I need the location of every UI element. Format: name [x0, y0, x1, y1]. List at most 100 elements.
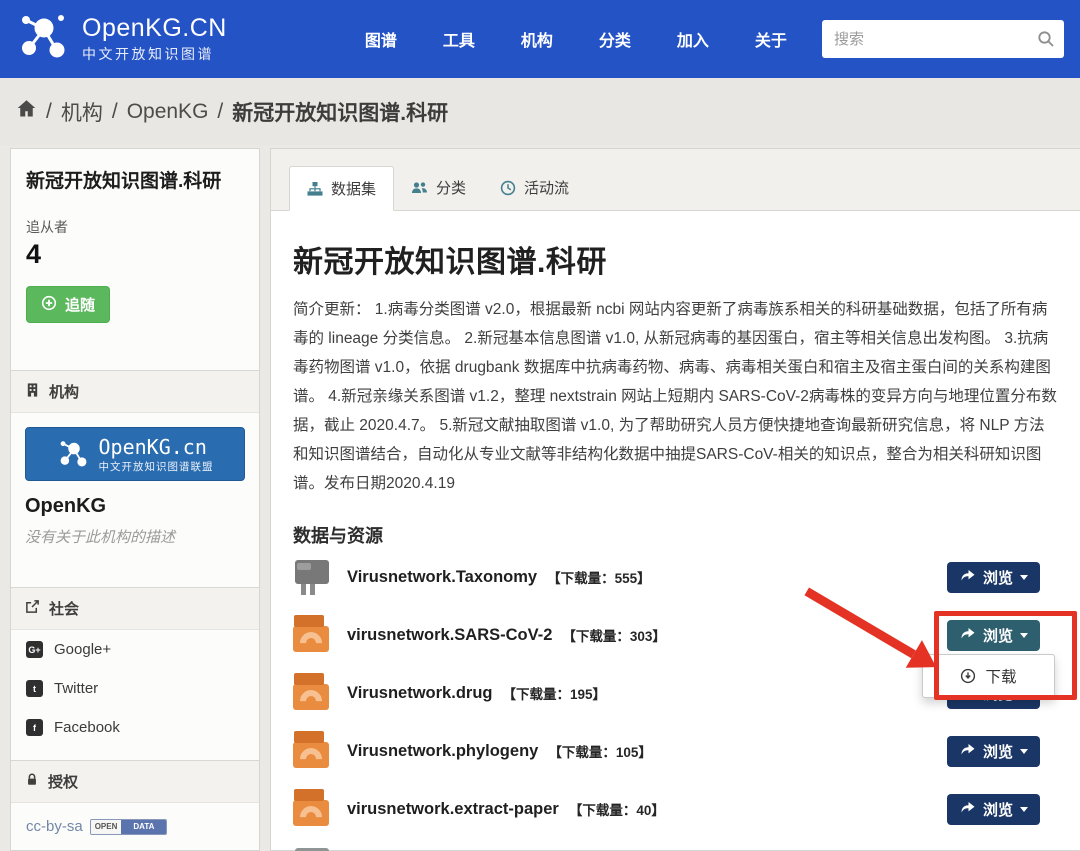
open-data-badge-left: OPEN: [90, 819, 122, 834]
tab-0[interactable]: 数据集: [289, 166, 395, 211]
social-item-label: Twitter: [54, 680, 99, 697]
forward-arrow-icon: [959, 625, 976, 645]
caret-down-icon: [1020, 632, 1028, 638]
download-menu-item[interactable]: 下载: [922, 654, 1055, 698]
open-data-badge[interactable]: OPEN DATA: [89, 818, 168, 835]
resource-row: Virusnetwork.Taxonomy 【下载量：555】 浏览: [293, 548, 1058, 606]
openkg-molecule-icon: [16, 9, 72, 70]
social-list: G+ Google+ t Twitter f Facebook: [11, 630, 259, 747]
google-plus-icon: G+: [26, 641, 43, 658]
social-item-facebook[interactable]: f Facebook: [11, 708, 259, 747]
file-format-icon: [293, 672, 331, 717]
social-section-header: 社会: [11, 587, 259, 630]
social-item-label: Google+: [54, 641, 112, 658]
tab-1[interactable]: 分类: [394, 165, 483, 210]
main-panel: 数据集 分类 活动流 新冠开放知识图谱.科研 简介更新： 1.病毒分类图谱 v2.0…: [270, 148, 1080, 851]
resource-link[interactable]: Virusnetwork.phylogeny: [347, 742, 538, 761]
org-name: OpenKG: [25, 495, 107, 517]
page-title: 新冠开放知识图谱.科研: [293, 246, 607, 279]
forward-arrow-icon: [959, 741, 976, 761]
brand-title: OpenKG.CN: [82, 14, 227, 42]
resource-link[interactable]: Virusnetwork.Taxonomy: [347, 568, 537, 587]
tab-strip: 数据集 分类 活动流: [271, 149, 1080, 211]
tab-label: 活动流: [524, 180, 570, 197]
resource-download-count: 【下载量：303】: [562, 629, 666, 644]
social-item-twitter[interactable]: t Twitter: [11, 669, 259, 708]
tab-2[interactable]: 活动流: [483, 165, 586, 210]
resource-download-count: 【下载量：40】: [568, 803, 665, 818]
caret-down-icon: [1020, 748, 1028, 754]
resources-list: Virusnetwork.Taxonomy 【下载量：555】 浏览 virus…: [293, 548, 1077, 851]
explore-button-label: 浏览: [982, 743, 1013, 761]
tab-label: 数据集: [331, 181, 377, 198]
nav-item-3[interactable]: 分类: [599, 27, 631, 51]
org-logo-title: OpenKG.cn: [98, 434, 207, 459]
org-section-title: 机构: [49, 384, 80, 401]
file-format-icon: [293, 846, 331, 851]
nav-item-2[interactable]: 机构: [521, 27, 553, 51]
breadcrumb-link-orgs[interactable]: 机构: [61, 97, 103, 127]
resource-link[interactable]: virusnetwork.SARS-CoV-2: [347, 626, 552, 645]
breadcrumb-sep: /: [46, 99, 52, 123]
file-format-icon: [293, 614, 331, 659]
caret-down-icon: [1020, 574, 1028, 580]
description-text: 简介更新： 1.病毒分类图谱 v2.0，根据最新 ncbi 网站内容更新了病毒族…: [293, 301, 1057, 492]
nav-item-1[interactable]: 工具: [443, 27, 475, 51]
nav-item-5[interactable]: 关于: [755, 27, 787, 51]
breadcrumb-link-openkg[interactable]: OpenKG: [127, 100, 209, 124]
plus-circle-icon: [41, 295, 57, 315]
resources-heading: 数据与资源: [293, 526, 383, 546]
org-block: OpenKG.cn 中文开放知识图谱联盟 OpenKG 没有关于此机构的描述: [11, 413, 259, 587]
home-icon[interactable]: [16, 99, 37, 125]
lock-icon: [25, 772, 39, 791]
nav-item-4[interactable]: 加入: [677, 27, 709, 51]
main-content: 新冠开放知识图谱.科研 简介更新： 1.病毒分类图谱 v2.0，根据最新 ncb…: [271, 211, 1080, 851]
file-format-icon: [293, 788, 331, 833]
resource-download-count: 【下载量：555】: [547, 571, 651, 586]
social-item-google-plus[interactable]: G+ Google+: [11, 630, 259, 669]
nav-item-0[interactable]: 图谱: [365, 27, 397, 51]
file-format-icon: [293, 556, 331, 598]
resource-row: virusnetwork.extract-paper 【下载量：40】 浏览: [293, 780, 1058, 838]
social-section-title: 社会: [49, 601, 80, 618]
brand-subtitle: 中文开放知识图谱: [82, 46, 214, 62]
resource-link[interactable]: virusnetwork.extract-paper: [347, 800, 559, 819]
explore-button[interactable]: 浏览: [946, 561, 1040, 593]
license-row: cc-by-sa OPEN DATA: [11, 803, 259, 850]
license-link[interactable]: cc-by-sa: [26, 818, 83, 835]
followers-block: 追从者 4: [11, 217, 259, 270]
download-circle-icon: [960, 668, 976, 684]
search-icon[interactable]: [1037, 30, 1055, 53]
org-section-header: 机构: [11, 370, 259, 413]
follow-button-label: 追随: [65, 297, 96, 314]
explore-button-label: 浏览: [982, 627, 1013, 645]
sidebar-title: 新冠开放知识图谱.科研: [26, 171, 222, 192]
breadcrumb: / 机构 / OpenKG / 新冠开放知识图谱.科研: [0, 78, 1080, 145]
clock-icon: [500, 180, 516, 196]
follow-button[interactable]: 追随: [26, 286, 111, 323]
resource-link[interactable]: Virusnetwork.drug: [347, 684, 492, 703]
breadcrumb-sep: /: [217, 99, 224, 123]
breadcrumb-current: 新冠开放知识图谱.科研: [232, 101, 449, 125]
sidebar: 新冠开放知识图谱.科研 追从者 4 追随 机构 OpenKG.cn 中文开放知识…: [10, 148, 260, 851]
sitemap-icon: [307, 181, 323, 197]
share-icon: [25, 599, 40, 618]
search-box: [822, 20, 1064, 58]
twitter-icon: t: [26, 680, 43, 697]
org-logo[interactable]: OpenKG.cn 中文开放知识图谱联盟: [25, 427, 245, 481]
followers-label: 追从者: [26, 219, 68, 235]
brand-logo[interactable]: OpenKG.CN 中文开放知识图谱: [16, 9, 227, 70]
explore-button[interactable]: 浏览: [946, 793, 1040, 825]
top-navbar: OpenKG.CN 中文开放知识图谱 图谱 工具 机构 分类 加入 关于: [0, 0, 1080, 78]
explore-button-label: 浏览: [982, 801, 1013, 819]
resource-row: COVID-19-research.readme 【下载量：212】 浏览: [293, 838, 1058, 851]
facebook-icon: f: [26, 719, 43, 736]
building-icon: [25, 382, 40, 402]
explore-button[interactable]: 浏览: [946, 619, 1040, 651]
file-format-icon: [293, 730, 331, 775]
forward-arrow-icon: [959, 567, 976, 587]
search-input[interactable]: [822, 20, 1064, 58]
resource-download-count: 【下载量：195】: [502, 687, 607, 702]
org-logo-subtitle: 中文开放知识图谱联盟: [98, 460, 214, 473]
explore-button[interactable]: 浏览: [946, 735, 1040, 767]
